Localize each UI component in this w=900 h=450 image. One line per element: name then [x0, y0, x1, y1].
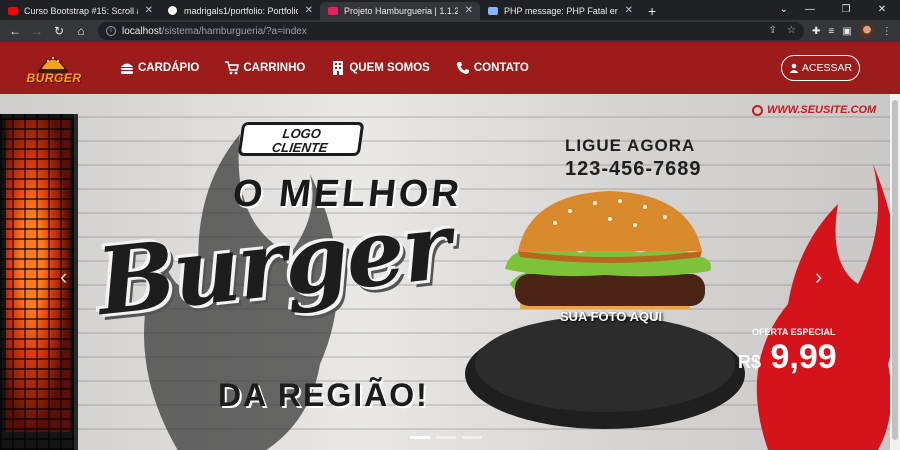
offer-label: OFERTA ESPECIAL — [752, 327, 836, 337]
client-logo-placeholder: LOGO CLIENTE — [237, 122, 365, 156]
logo-text: BURGER — [26, 71, 82, 85]
home-icon[interactable]: ⌂ — [70, 20, 92, 42]
new-tab-button[interactable]: + — [640, 2, 664, 20]
menu-label: QUEM SOMOS — [349, 62, 430, 74]
site-url-text: WWW.SEUSITE.COM — [767, 104, 877, 116]
phone-icon — [456, 62, 469, 74]
window-controls: — ❐ ✕ — [792, 0, 900, 20]
close-tab-icon[interactable]: ✕ — [465, 2, 473, 20]
menu-dots-icon[interactable]: ⋮ — [882, 26, 892, 37]
cart-icon — [225, 61, 240, 75]
page-scrollbar[interactable] — [890, 94, 900, 450]
close-tab-icon[interactable]: ✕ — [305, 2, 313, 20]
restore-icon[interactable]: ❐ — [828, 0, 864, 20]
browser-tab-1[interactable]: Curso Bootstrap #15: Scroll anim ✕ — [0, 2, 160, 20]
menu-item-carrinho[interactable]: CARRINHO — [225, 61, 305, 75]
price-tag: R$ 9,99 — [738, 338, 837, 377]
profile-avatar[interactable] — [859, 24, 874, 38]
carousel-indicator-2[interactable] — [436, 436, 456, 439]
carousel-indicator-1[interactable] — [410, 436, 430, 439]
tab-title: Curso Bootstrap #15: Scroll anim — [24, 6, 138, 16]
menu-item-cardapio[interactable]: CARDÁPIO — [120, 61, 199, 75]
globe-icon — [752, 104, 763, 116]
price-currency: R$ — [738, 352, 762, 372]
page-icon — [488, 7, 498, 15]
user-icon — [789, 63, 799, 73]
tab-title: Projeto Hamburgueria | 1.1.2 — [344, 6, 458, 16]
browser-tab-2[interactable]: madrigals1/portfolio: Portfolio w ✕ — [160, 2, 320, 20]
sidebar-icon[interactable]: ▣ — [842, 26, 851, 37]
carousel-next-arrow[interactable]: › — [815, 264, 822, 290]
reload-icon[interactable]: ↻ — [48, 20, 70, 42]
media-icon[interactable]: ≡ — [828, 26, 834, 37]
main-menu: CARDÁPIO CARRINHO QUEM SOMOS CONTATO — [120, 42, 555, 94]
carousel-indicators — [410, 436, 482, 439]
github-icon — [168, 6, 177, 15]
site-navbar: BURGER CARDÁPIO CARRINHO QUEM SOMOS CONT… — [0, 42, 900, 94]
phone-number: 123-456-7689 — [565, 158, 702, 180]
building-icon — [333, 61, 344, 75]
back-icon[interactable]: ← — [4, 20, 26, 42]
site-url[interactable]: WWW.SEUSITE.COM — [752, 104, 876, 116]
close-tab-icon[interactable]: ✕ — [145, 2, 153, 20]
share-icon[interactable]: ⇪ — [769, 22, 777, 40]
page-content: BURGER CARDÁPIO CARRINHO QUEM SOMOS CONT… — [0, 42, 900, 450]
menu-label: CARDÁPIO — [138, 62, 200, 74]
bookmark-star-icon[interactable]: ☆ — [787, 22, 796, 40]
price-value: 9,99 — [770, 338, 837, 376]
call-now-label: LIGUE AGORA — [565, 136, 696, 155]
tab-title: PHP message: PHP Fatal error: Ur — [504, 6, 618, 16]
youtube-icon — [8, 7, 18, 15]
carousel-prev-arrow[interactable]: ‹ — [60, 264, 67, 290]
hero-carousel: WWW.SEUSITE.COM LOGO CLIENTE LIGUE AGORA… — [0, 94, 900, 450]
browser-toolbar: ← → ↻ ⌂ i localhost/sistema/hamburgueria… — [0, 20, 900, 42]
login-button[interactable]: ACESSAR — [781, 55, 860, 81]
menu-item-quem-somos[interactable]: QUEM SOMOS — [331, 61, 430, 75]
carousel-indicator-3[interactable] — [462, 436, 482, 439]
logo-cliente-line-2: CLIENTE — [270, 140, 329, 155]
tab-search-icon[interactable]: ⌄ — [780, 0, 788, 20]
browser-tab-3[interactable]: Projeto Hamburgueria | 1.1.2 ✕ — [320, 2, 480, 20]
extensions-icon[interactable]: ✚ — [812, 26, 820, 37]
menu-label: CARRINHO — [243, 62, 306, 74]
address-bar[interactable]: i localhost/sistema/hamburgueria/?a=inde… — [98, 22, 804, 40]
url-text[interactable]: localhost/sistema/hamburgueria/?a=index — [122, 26, 307, 37]
login-label: ACESSAR — [801, 62, 853, 74]
headline-bottom: DA REGIÃO! — [218, 377, 429, 413]
tab-title: madrigals1/portfolio: Portfolio w — [184, 6, 298, 16]
tab-strip: Curso Bootstrap #15: Scroll anim ✕ madri… — [0, 0, 900, 20]
logo-cliente-line-1: LOGO — [281, 126, 322, 141]
site-icon — [328, 7, 338, 15]
browser-tab-4[interactable]: PHP message: PHP Fatal error: Ur ✕ — [480, 2, 640, 20]
close-tab-icon[interactable]: ✕ — [625, 2, 633, 20]
info-icon[interactable]: i — [106, 26, 116, 36]
menu-label: CONTATO — [473, 62, 529, 74]
burger-icon — [121, 63, 133, 74]
close-window-icon[interactable]: ✕ — [864, 0, 900, 20]
menu-item-contato[interactable]: CONTATO — [456, 61, 529, 75]
minimize-icon[interactable]: — — [792, 0, 828, 20]
red-flame-shape — [756, 164, 898, 450]
scrollbar-thumb[interactable] — [892, 100, 898, 440]
photo-placeholder-label: SUA FOTO AQUI — [560, 309, 663, 324]
forward-icon[interactable]: → — [26, 20, 48, 42]
burger-logo[interactable]: BURGER — [22, 46, 84, 90]
